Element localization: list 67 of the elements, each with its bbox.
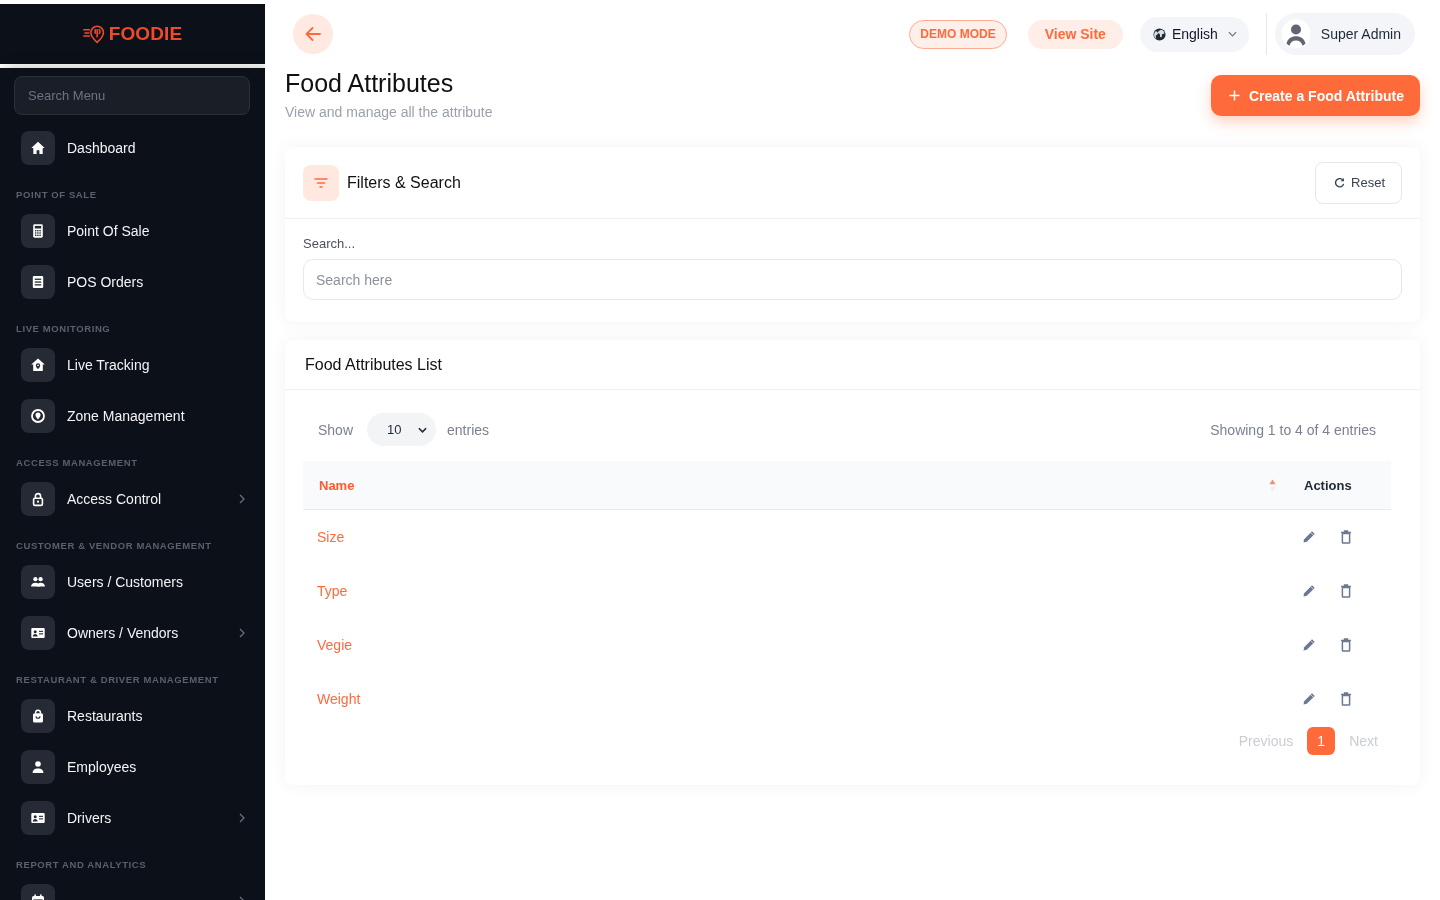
sidebar-item[interactable]: Dashboard <box>0 122 265 173</box>
page-subtitle: View and manage all the attribute <box>285 103 493 121</box>
globe-icon <box>1152 27 1166 41</box>
page-size-select[interactable]: 10 <box>367 413 437 446</box>
sidebar-item[interactable]: Employees <box>0 741 265 792</box>
users-icon <box>21 564 55 599</box>
section-heading: CUSTOMER & VENDOR MANAGEMENT <box>15 539 213 553</box>
logo-icon <box>82 24 105 44</box>
section-heading: RESTAURANT & DRIVER MANAGEMENT <box>15 673 220 687</box>
filter-icon <box>303 164 339 201</box>
avatar-icon <box>1280 19 1311 49</box>
card-title: Food Attributes List <box>305 355 442 374</box>
field-label: Search... <box>303 236 357 252</box>
bag-icon <box>21 698 55 733</box>
back-button[interactable] <box>293 14 333 54</box>
pencil-icon[interactable] <box>1302 530 1316 544</box>
sidebar-item[interactable]: Owners / Vendors <box>0 607 265 658</box>
sidebar-item[interactable]: Live Tracking <box>0 339 265 390</box>
lock-icon <box>21 481 55 516</box>
section-heading: LIVE MONITORING <box>15 322 112 336</box>
search-field[interactable]: Search here <box>303 259 1402 300</box>
pencil-icon[interactable] <box>1302 638 1316 652</box>
table-cell: Type <box>317 583 348 599</box>
chevron-down-icon <box>418 426 428 433</box>
trash-icon[interactable] <box>1340 638 1352 652</box>
sidebar-item[interactable]: POS Orders <box>0 256 265 307</box>
section-heading: REPORT AND ANALYTICS <box>15 858 148 872</box>
location-icon <box>21 398 55 433</box>
section-heading: ACCESS MANAGEMENT <box>15 456 139 470</box>
page-title: Food Attributes <box>285 68 455 98</box>
person-icon <box>21 749 55 784</box>
demo-mode-badge: DEMO MODE <box>909 19 1007 49</box>
refresh-icon <box>1334 177 1346 188</box>
logo-text: FOODIE <box>108 23 183 45</box>
sidebar-item[interactable]: Zone Management <box>0 390 265 441</box>
entries-summary: Showing 1 to 4 of 4 entries <box>1210 421 1376 438</box>
trash-icon[interactable] <box>1340 692 1352 706</box>
sidebar-item[interactable]: Users / Customers <box>0 556 265 607</box>
trash-icon[interactable] <box>1340 584 1352 598</box>
id-card-icon <box>21 800 55 835</box>
arrow-left-icon <box>305 27 321 41</box>
sidebar-item[interactable]: Access Control <box>0 473 265 524</box>
sidebar-item[interactable]: Restaurants <box>0 690 265 741</box>
show-label: Show <box>318 421 354 438</box>
sidebar-item[interactable]: Point Of Sale <box>0 205 265 256</box>
pencil-icon[interactable] <box>1302 692 1316 706</box>
menu-search-field[interactable]: Search Menu <box>14 76 250 115</box>
column-header[interactable]: Actions <box>1304 477 1352 493</box>
entries-label: entries <box>447 421 490 438</box>
card-title: Filters & Search <box>347 173 461 192</box>
section-heading: POINT OF SALE <box>15 188 98 202</box>
home-icon <box>21 130 55 165</box>
table-cell: Weight <box>317 691 361 707</box>
chevron-down-icon <box>1227 31 1237 37</box>
language-dropdown[interactable]: English <box>1139 16 1249 52</box>
calculator-icon <box>21 213 55 248</box>
reset-button[interactable]: Reset <box>1315 161 1402 204</box>
sidebar-item[interactable]: Drivers <box>0 792 265 843</box>
trash-icon[interactable] <box>1340 530 1352 544</box>
pencil-icon[interactable] <box>1302 584 1316 598</box>
id-card-icon <box>21 615 55 650</box>
house-icon <box>21 347 55 382</box>
plus-icon <box>1228 90 1240 101</box>
table-cell: Vegie <box>317 637 353 653</box>
list-icon <box>21 264 55 299</box>
table-cell: Size <box>317 529 345 545</box>
user-menu[interactable]: Super Admin <box>1274 13 1415 55</box>
